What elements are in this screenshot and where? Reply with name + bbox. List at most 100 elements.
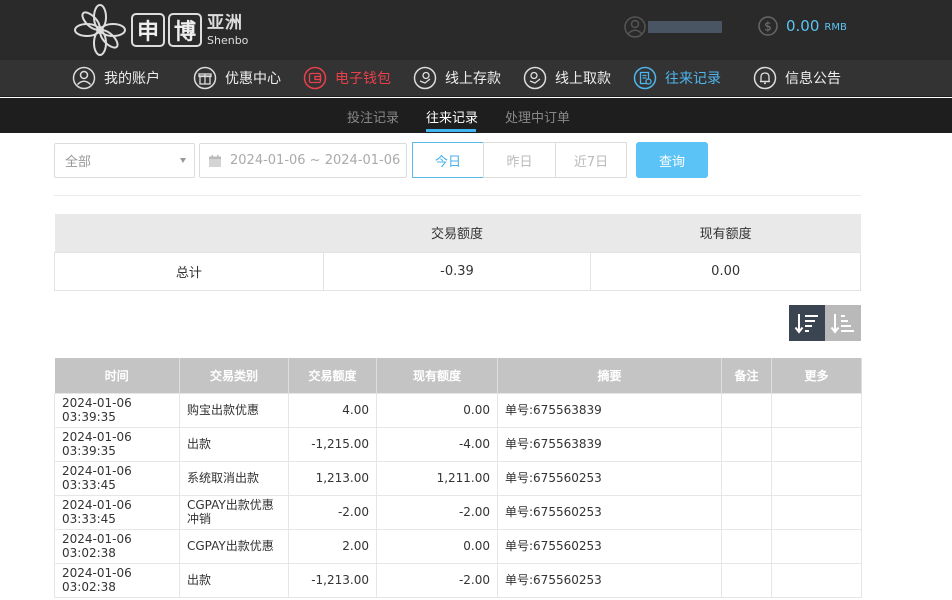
nav-e-wallet[interactable]: 电子钱包 [303,66,391,90]
nav-online-withdraw[interactable]: 线上取款 [523,66,611,90]
summary-total-label: 总计 [54,251,324,291]
sort-descending-icon [794,314,818,334]
cell-amount: 2.00 [288,528,377,564]
cell-amount: -2.00 [288,494,377,530]
bell-icon [753,66,777,90]
deposit-icon [413,66,437,90]
top-bar: 申 博 亚洲 Shenbo $ 0.00 RMB [0,0,952,60]
cell-type: 购宝出款优惠 [179,392,289,428]
table-row: 2024-01-06 03:02:38 CGPAY出款优惠 2.00 0.00 … [54,528,862,564]
cell-balance: -2.00 [376,562,498,598]
svg-text:$: $ [764,20,772,34]
subtab-bet-records[interactable]: 投注记录 [347,107,399,126]
cell-more[interactable] [771,562,862,598]
sort-descending-button[interactable] [789,305,825,341]
balance-amount: 0.00 [786,17,820,35]
gift-icon [193,66,217,90]
search-button[interactable]: 查询 [636,142,708,178]
date-range-value: 2024-01-06 ~ 2024-01-06 [230,153,401,168]
cell-balance: 1,211.00 [376,460,498,496]
cell-summary: 单号:675563839 [497,426,722,462]
cell-more[interactable] [771,494,862,530]
cell-note [721,528,772,564]
cell-type: 系统取消出款 [179,460,289,496]
summary-header-amount: 交易额度 [323,214,591,252]
username-redacted [648,21,722,33]
cell-more[interactable] [771,426,862,462]
sort-ascending-button[interactable] [825,305,861,341]
subtab-pending-orders[interactable]: 处理中订单 [505,107,570,126]
cell-summary: 单号:675560253 [497,562,722,598]
summary-header-balance: 现有额度 [590,214,861,252]
flower-logo-icon [74,4,126,56]
logo-char-1: 申 [131,13,165,47]
cell-type: CGPAY出款优惠冲销 [179,494,289,530]
col-header-note[interactable]: 备注 [721,358,772,393]
cell-amount: 4.00 [288,392,377,428]
col-header-time[interactable]: 时间 [54,358,180,393]
sub-nav: 投注记录 往来记录 处理中订单 [0,98,952,133]
nav-label: 优惠中心 [225,71,281,87]
summary-total-balance: 0.00 [590,251,861,291]
cell-summary: 单号:675560253 [497,494,722,530]
nav-label: 信息公告 [785,71,841,87]
cell-summary: 单号:675563839 [497,392,722,428]
date-range-input[interactable]: 2024-01-06 ~ 2024-01-06 [199,143,407,178]
col-header-amount[interactable]: 交易额度 [288,358,377,393]
nav-transaction-records[interactable]: 往来记录 [633,66,721,90]
user-icon [624,16,646,38]
summary-total-row: 总计 -0.39 0.00 [54,251,861,291]
logo[interactable]: 申 博 亚洲 Shenbo [72,0,248,60]
cell-amount: -1,215.00 [288,426,377,462]
balance-display: $ 0.00 RMB [758,16,847,36]
last-7-days-button[interactable]: 近7日 [555,142,627,178]
cell-amount: 1,213.00 [288,460,377,496]
nav-label: 我的账户 [104,71,160,87]
subtab-transaction-records[interactable]: 往来记录 [426,107,478,126]
caret-down-icon [180,158,186,163]
yesterday-button[interactable]: 昨日 [483,142,556,178]
col-header-more[interactable]: 更多 [771,358,862,393]
user-area[interactable] [624,16,722,38]
summary-total-amount: -0.39 [322,251,592,291]
cell-type: 出款 [179,426,289,462]
summary-header-row: 交易额度 现有额度 [54,214,861,252]
cell-balance: -4.00 [376,426,498,462]
nav-promotions[interactable]: 优惠中心 [193,66,281,90]
col-header-summary[interactable]: 摘要 [497,358,722,393]
cell-time: 2024-01-06 03:39:35 [54,426,180,462]
cell-more[interactable] [771,528,862,564]
nav-my-account[interactable]: 我的账户 [72,66,160,90]
cell-summary: 单号:675560253 [497,460,722,496]
table-row: 2024-01-06 03:02:38 出款 -1,213.00 -2.00 单… [54,562,862,598]
col-header-balance[interactable]: 现有额度 [376,358,498,393]
type-select[interactable]: 全部 [54,143,195,178]
nav-online-deposit[interactable]: 线上存款 [413,66,501,90]
cell-amount: -1,213.00 [288,562,377,598]
table-row: 2024-01-06 03:33:45 系统取消出款 1,213.00 1,21… [54,460,862,496]
cell-note [721,426,772,462]
cell-more[interactable] [771,392,862,428]
cell-note [721,392,772,428]
table-row: 2024-01-06 03:33:45 CGPAY出款优惠冲销 -2.00 -2… [54,494,862,530]
nav-announcements[interactable]: 信息公告 [753,66,841,90]
cell-time: 2024-01-06 03:39:35 [54,392,180,428]
today-button[interactable]: 今日 [412,142,484,178]
cell-summary: 单号:675560253 [497,528,722,564]
cell-type: 出款 [179,562,289,598]
cell-balance: 0.00 [376,528,498,564]
cell-note [721,562,772,598]
logo-en: Shenbo [207,33,249,47]
active-tab-indicator [426,129,476,132]
nav-label: 线上存款 [445,71,501,87]
sort-ascending-icon [830,314,854,334]
records-header-row: 时间 交易类别 交易额度 现有额度 摘要 备注 更多 [54,358,862,393]
records-table: 时间 交易类别 交易额度 现有额度 摘要 备注 更多 2024-01-06 03… [54,358,862,598]
nav-label: 线上取款 [555,71,611,87]
col-header-type[interactable]: 交易类别 [179,358,289,393]
balance-currency: RMB [824,22,847,33]
type-select-value: 全部 [65,155,92,170]
cell-balance: -2.00 [376,494,498,530]
summary-table: 交易额度 现有额度 总计 -0.39 0.00 [54,214,861,291]
cell-more[interactable] [771,460,862,496]
